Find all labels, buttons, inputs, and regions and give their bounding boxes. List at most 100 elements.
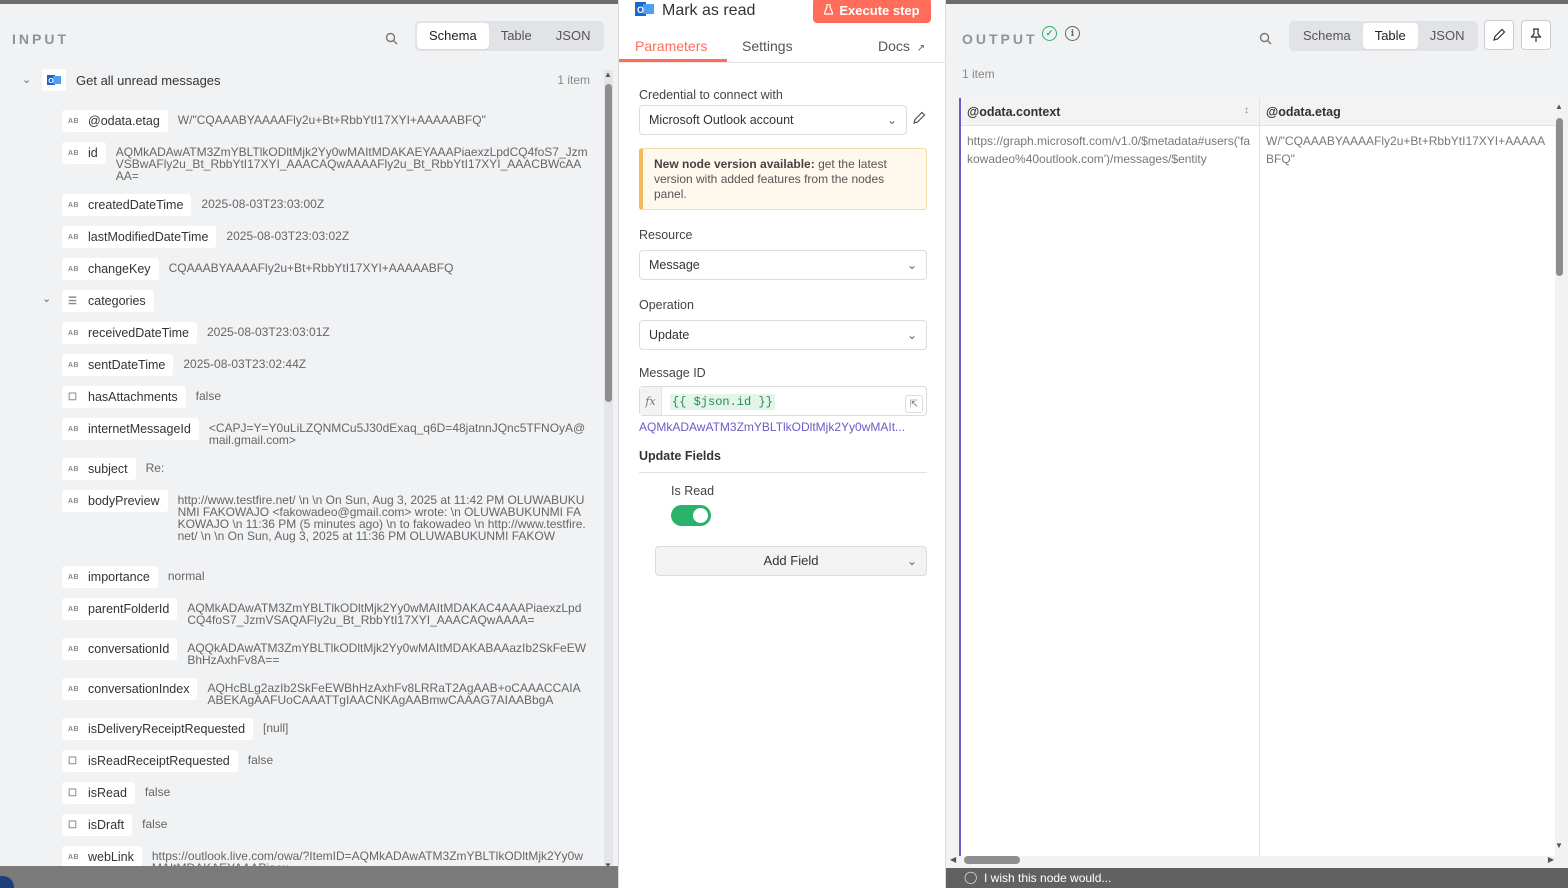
table-cell[interactable]: W/"CQAAABYAAAAFly2u+Bt+RbbYtI17XYI+AAAAA… — [1260, 126, 1557, 168]
field-key-pill[interactable]: AB isDeliveryReceiptRequested — [62, 718, 254, 740]
field-key-pill[interactable]: ☰ categories — [62, 290, 154, 312]
schema-field-row[interactable]: ☐ isDraft false — [62, 814, 588, 836]
schema-field-row[interactable]: AB createdDateTime 2025-08-03T23:03:00Z — [62, 194, 588, 216]
schema-field-row[interactable]: ☐ isReadReceiptRequested false — [62, 750, 588, 772]
field-key: id — [88, 146, 98, 160]
column-divider — [1259, 98, 1260, 856]
scroll-up-arrow-icon[interactable]: ▲ — [604, 70, 612, 79]
field-key-pill[interactable]: AB lastModifiedDateTime — [62, 226, 217, 248]
edit-output-button[interactable] — [1484, 20, 1514, 50]
input-tab-table[interactable]: Table — [489, 23, 544, 49]
collapse-column-icon[interactable]: ↕ — [1244, 105, 1249, 116]
output-vscroll-thumb[interactable] — [1556, 118, 1563, 276]
input-tab-json[interactable]: JSON — [544, 23, 603, 49]
output-hscroll-thumb[interactable] — [964, 856, 1020, 864]
boolean-type-icon: ☐ — [68, 787, 78, 799]
schema-field-row[interactable]: AB isDeliveryReceiptRequested [null] — [62, 718, 588, 740]
resource-select[interactable]: Message ⌄ — [639, 250, 927, 280]
tab-parameters[interactable]: Parameters — [635, 38, 707, 54]
field-key: changeKey — [88, 262, 151, 276]
column-header-label: @odata.etag — [1266, 105, 1341, 119]
schema-field-row[interactable]: AB bodyPreview http://www.testfire.net/ \n… — [62, 490, 588, 542]
output-search-icon[interactable] — [1253, 26, 1277, 50]
scroll-left-arrow-icon[interactable]: ◀ — [950, 855, 956, 864]
field-key-pill[interactable]: AB webLink — [62, 846, 142, 868]
column-header[interactable]: @odata.context ↕ — [961, 98, 1259, 126]
field-value: W/"CQAAABYAAAAFly2u+Bt+RbbYtI17XYI+AAAAA… — [177, 113, 486, 127]
schema-field-row[interactable]: AB receivedDateTime 2025-08-03T23:03:01Z — [62, 322, 588, 344]
field-value: Re: — [145, 461, 165, 475]
field-key-pill[interactable]: AB sentDateTime — [62, 354, 174, 376]
table-cell[interactable]: https://graph.microsoft.com/v1.0/$metada… — [961, 126, 1259, 168]
output-tab-json[interactable]: JSON — [1418, 23, 1477, 49]
output-tab-schema[interactable]: Schema — [1291, 23, 1363, 49]
input-scroll-thumb[interactable] — [605, 84, 612, 402]
schema-field-row[interactable]: AB importance normal — [62, 566, 588, 588]
field-key-pill[interactable]: ☐ isRead — [62, 782, 135, 804]
field-key-pill[interactable]: AB createdDateTime — [62, 194, 192, 216]
field-key-pill[interactable]: AB id — [62, 142, 106, 164]
schema-field-row[interactable]: AB subject Re: — [62, 458, 588, 480]
schema-field-row[interactable]: AB conversationIndex AQHcBLg2azIb2SkFeEWBh… — [62, 678, 588, 706]
field-key-pill[interactable]: ☐ hasAttachments — [62, 386, 186, 408]
string-type-icon: AB — [68, 329, 80, 337]
credential-select[interactable]: Microsoft Outlook account ⌄ — [639, 105, 907, 135]
input-scrollbar[interactable]: ▲ ▼ — [604, 70, 613, 870]
scroll-right-arrow-icon[interactable]: ▶ — [1548, 855, 1554, 864]
message-id-expression-input[interactable]: fx {{ $json.id }} ⇱ — [639, 386, 927, 416]
scroll-down-arrow-icon[interactable]: ▼ — [1555, 841, 1563, 850]
pencil-icon — [1493, 28, 1506, 41]
field-key-pill[interactable]: AB parentFolderId — [62, 598, 178, 620]
feedback-bar[interactable]: ◯ I wish this node would... — [946, 868, 1568, 888]
output-horizontal-scrollbar[interactable]: ◀ ▶ — [950, 854, 1554, 866]
parameters-form: Credential to connect with Microsoft Out… — [619, 64, 945, 888]
string-type-icon: AB — [68, 233, 80, 241]
field-key-pill[interactable]: AB changeKey — [62, 258, 159, 280]
info-icon[interactable]: i — [1065, 26, 1080, 41]
schema-field-row[interactable]: AB lastModifiedDateTime 2025-08-03T23:03:0… — [62, 226, 588, 248]
schema-field-row[interactable]: ☐ isRead false — [62, 782, 588, 804]
schema-field-row[interactable]: AB conversationId AQQkADAwATM3ZmYBLTlkODlt… — [62, 638, 588, 666]
input-search-icon[interactable] — [379, 26, 403, 50]
field-key-pill[interactable]: AB conversationId — [62, 638, 178, 660]
schema-field-row[interactable]: AB id AQMkADAwATM3ZmYBLTlkODltMjk2Yy0wMAIt… — [62, 142, 588, 182]
collapse-caret-icon[interactable]: ⌄ — [42, 292, 51, 305]
output-tab-table[interactable]: Table — [1362, 23, 1418, 49]
input-tab-schema[interactable]: Schema — [417, 23, 489, 49]
pin-data-button[interactable] — [1521, 20, 1551, 50]
field-key-pill[interactable]: ☐ isDraft — [62, 814, 133, 836]
string-type-icon: AB — [68, 497, 80, 505]
schema-field-row[interactable]: AB sentDateTime 2025-08-03T23:02:44Z — [62, 354, 588, 376]
pencil-icon[interactable] — [912, 111, 926, 128]
field-key-pill[interactable]: AB subject — [62, 458, 136, 480]
is-read-toggle[interactable] — [671, 505, 711, 526]
collapse-caret-icon[interactable]: ⌄ — [22, 73, 31, 86]
tab-docs[interactable]: Docs ↗ — [878, 38, 925, 54]
column-header[interactable]: @odata.etag — [1260, 98, 1557, 126]
field-key-pill[interactable]: AB receivedDateTime — [62, 322, 197, 344]
tree-root-node[interactable]: ⌄ O Get all unread messages 1 item — [20, 68, 590, 94]
scroll-up-arrow-icon[interactable]: ▲ — [1555, 102, 1563, 111]
tab-settings[interactable]: Settings — [742, 38, 793, 54]
operation-select[interactable]: Update ⌄ — [639, 320, 927, 350]
schema-field-row[interactable]: AB internetMessageId <CAPJ=Y=Y0uLiLZQNMCu5… — [62, 418, 588, 446]
schema-field-row[interactable]: AB changeKey CQAAABYAAAAFly2u+Bt+RbbYtI17X… — [62, 258, 588, 280]
field-key-pill[interactable]: AB bodyPreview — [62, 490, 168, 512]
field-key: parentFolderId — [88, 602, 170, 616]
schema-field-row[interactable]: AB @odata.etag W/"CQAAABYAAAAFly2u+Bt+RbbY… — [62, 110, 588, 132]
schema-field-row[interactable]: ☐ hasAttachments false — [62, 386, 588, 408]
field-key-pill[interactable]: AB conversationIndex — [62, 678, 198, 700]
field-key: webLink — [88, 850, 134, 864]
output-vertical-scrollbar[interactable]: ▲ ▼ — [1554, 100, 1566, 852]
schema-field-row[interactable]: ☰ categories — [62, 290, 588, 312]
add-field-button[interactable]: Add Field ⌄ — [655, 546, 927, 576]
node-title[interactable]: Mark as read — [662, 2, 755, 20]
field-key-pill[interactable]: AB @odata.etag — [62, 110, 168, 132]
execute-step-button[interactable]: Execute step — [813, 0, 931, 23]
new-version-notice: New node version available: get the late… — [639, 148, 927, 210]
field-key-pill[interactable]: AB importance — [62, 566, 158, 588]
field-key-pill[interactable]: ☐ isReadReceiptRequested — [62, 750, 238, 772]
schema-field-row[interactable]: AB parentFolderId AQMkADAwATM3ZmYBLTlkODlt… — [62, 598, 588, 626]
expand-editor-icon[interactable]: ⇱ — [905, 395, 923, 413]
field-key-pill[interactable]: AB internetMessageId — [62, 418, 199, 440]
